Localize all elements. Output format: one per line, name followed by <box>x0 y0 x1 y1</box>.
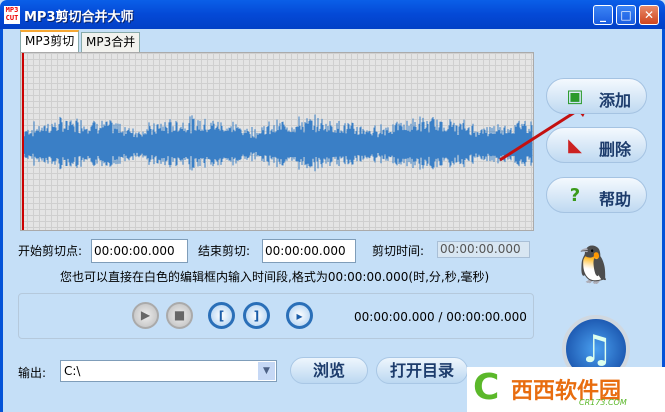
waveform-path <box>22 114 533 172</box>
chevron-down-icon[interactable]: ▼ <box>258 362 275 380</box>
tab-mp3-cut[interactable]: MP3剪切 <box>20 30 80 52</box>
output-path-combo[interactable]: C:\ ▼ <box>60 360 277 382</box>
help-icon: ? <box>569 185 581 206</box>
browse-button[interactable]: 浏览 <box>290 357 368 384</box>
open-directory-button[interactable]: 打开目录 <box>376 357 468 384</box>
duration-label: 剪切时间: <box>372 244 425 258</box>
start-label: 开始剪切点: <box>18 244 83 258</box>
window-title: MP3剪切合并大师 <box>24 10 134 25</box>
playhead-cursor[interactable] <box>22 53 24 230</box>
mark-end-button[interactable]: ] <box>243 302 270 329</box>
add-button[interactable]: ▣ 添加 <box>546 78 647 114</box>
duration-value: 00:00:00.000 <box>437 241 530 258</box>
delete-icon: ◣ <box>568 135 582 156</box>
preview-cut-button[interactable]: ▸ <box>286 302 313 329</box>
waveform <box>22 114 533 172</box>
end-label: 结束剪切: <box>198 244 251 258</box>
waveform-view[interactable] <box>20 52 534 231</box>
output-label: 输出: <box>18 366 47 380</box>
close-button[interactable]: ✕ <box>639 5 659 25</box>
qq-penguin-icon[interactable]: 🐧 <box>571 241 616 291</box>
minimize-button[interactable]: _ <box>593 5 613 25</box>
add-file-icon: ▣ <box>566 86 584 107</box>
end-time-input[interactable] <box>262 239 356 263</box>
play-button[interactable]: ▶ <box>132 302 159 329</box>
help-button[interactable]: ? 帮助 <box>546 177 647 213</box>
stop-button[interactable]: ■ <box>166 302 193 329</box>
title-bar: MP3 CUT MP3剪切合并大师 _ □ ✕ <box>0 0 665 29</box>
playback-time: 00:00:00.000 / 00:00:00.000 <box>354 310 527 324</box>
output-path-value: C:\ <box>64 364 81 378</box>
hint-text: 您也可以直接在白色的编辑框内输入时间段,格式为00:00:00.000(时,分,… <box>60 270 490 284</box>
app-icon: MP3 CUT <box>4 6 20 24</box>
maximize-button[interactable]: □ <box>616 5 636 25</box>
delete-button[interactable]: ◣ 删除 <box>546 127 647 163</box>
start-time-input[interactable] <box>91 239 188 263</box>
watermark-logo: C 西西软件园 CR173.COM <box>467 367 665 412</box>
tab-mp3-merge[interactable]: MP3合并 <box>81 32 141 52</box>
mark-start-button[interactable]: [ <box>208 302 235 329</box>
